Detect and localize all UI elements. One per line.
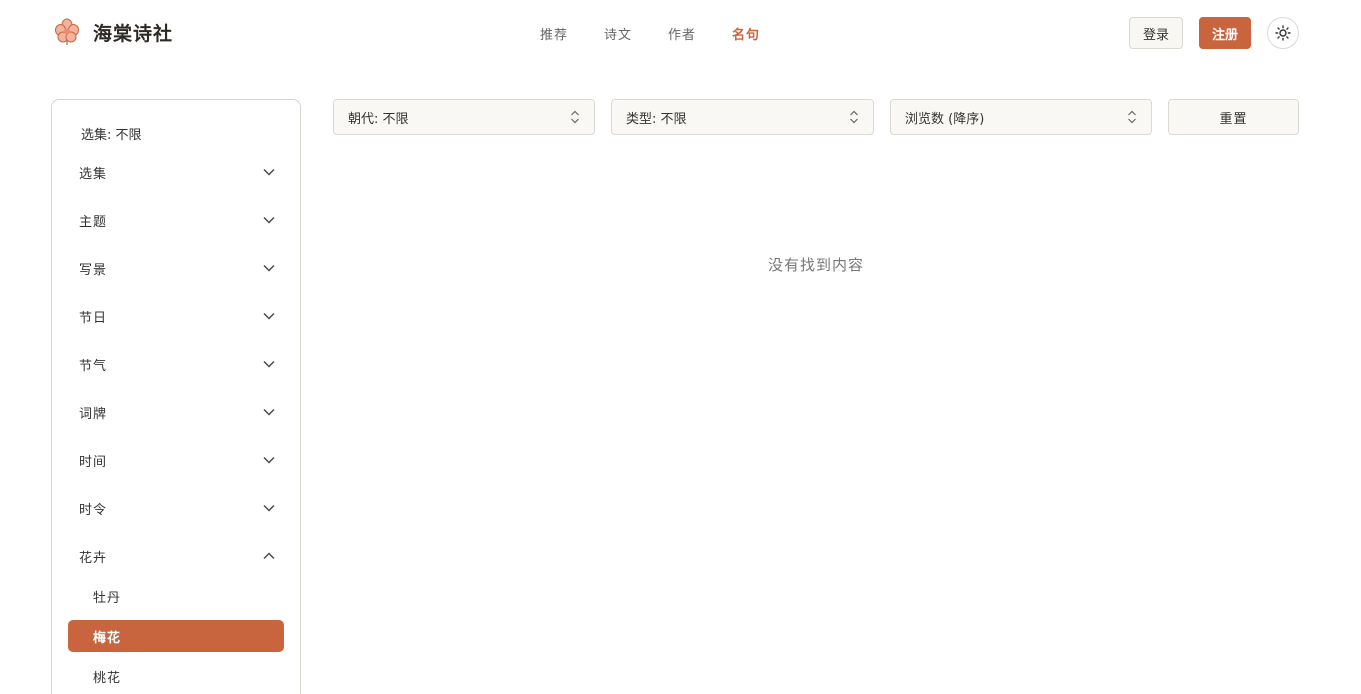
chevron-down-icon — [263, 313, 275, 320]
type-select-value: 类型: 不限 — [626, 111, 687, 127]
header: 海棠诗社 推荐 诗文 作者 名句 登录 注册 — [0, 0, 1361, 66]
chevron-down-icon — [263, 169, 275, 176]
login-button[interactable]: 登录 — [1129, 17, 1183, 49]
chevron-updown-icon — [850, 110, 858, 124]
nav-item-recommend[interactable]: 推荐 — [540, 24, 568, 43]
chevron-down-icon — [263, 457, 275, 464]
flower-item-peony[interactable]: 牡丹 — [68, 580, 284, 612]
chevron-down-icon — [263, 361, 275, 368]
nav-item-authors[interactable]: 作者 — [668, 24, 696, 43]
category-anthology[interactable]: 选集 — [79, 158, 275, 186]
category-label: 时间 — [79, 454, 108, 470]
category-sidebar: 选集: 不限 选集 主题 写景 节日 节气 词牌 时间 时令 花卉 牡丹 梅花 … — [51, 99, 301, 694]
sort-select-value: 浏览数 (降序) — [905, 111, 985, 127]
theme-toggle-button[interactable] — [1267, 17, 1299, 49]
sort-select[interactable]: 浏览数 (降序) — [890, 99, 1152, 135]
category-solar-term[interactable]: 节气 — [79, 350, 275, 378]
flower-item-plum-blossom[interactable]: 梅花 — [68, 620, 284, 652]
nav-item-poems[interactable]: 诗文 — [604, 24, 632, 43]
category-label: 写景 — [79, 262, 108, 278]
nav-item-quotes[interactable]: 名句 — [732, 24, 760, 43]
category-flowers[interactable]: 花卉 — [79, 542, 275, 570]
category-label: 词牌 — [79, 406, 108, 422]
category-ci-pattern[interactable]: 词牌 — [79, 398, 275, 426]
reset-button[interactable]: 重置 — [1168, 99, 1299, 135]
category-time[interactable]: 时间 — [79, 446, 275, 474]
main-nav: 推荐 诗文 作者 名句 — [540, 24, 760, 43]
page: 海棠诗社 推荐 诗文 作者 名句 登录 注册 选集: 不限 选集 主题 写景 节… — [0, 0, 1361, 694]
brand-name: 海棠诗社 — [93, 22, 174, 45]
chevron-down-icon — [263, 409, 275, 416]
category-season[interactable]: 时令 — [79, 494, 275, 522]
category-festival[interactable]: 节日 — [79, 302, 275, 330]
flower-item-peach-blossom[interactable]: 桃花 — [68, 660, 284, 692]
category-label: 主题 — [79, 214, 108, 230]
chevron-up-icon — [263, 552, 275, 559]
category-label: 选集 — [79, 166, 108, 182]
category-label: 花卉 — [79, 550, 108, 566]
begonia-flower-icon — [55, 18, 79, 45]
type-select[interactable]: 类型: 不限 — [611, 99, 874, 135]
category-label: 时令 — [79, 502, 108, 518]
dynasty-select-value: 朝代: 不限 — [348, 111, 409, 127]
selection-summary: 选集: 不限 — [81, 128, 142, 143]
register-button[interactable]: 注册 — [1199, 17, 1251, 49]
category-label: 节气 — [79, 358, 108, 374]
chevron-updown-icon — [1128, 110, 1136, 124]
dynasty-select[interactable]: 朝代: 不限 — [333, 99, 595, 135]
sun-icon — [1275, 25, 1291, 41]
category-label: 节日 — [79, 310, 108, 326]
chevron-updown-icon — [571, 110, 579, 124]
category-scenery[interactable]: 写景 — [79, 254, 275, 282]
category-theme[interactable]: 主题 — [79, 206, 275, 234]
chevron-down-icon — [263, 505, 275, 512]
chevron-down-icon — [263, 217, 275, 224]
brand-logo[interactable]: 海棠诗社 — [54, 18, 173, 46]
chevron-down-icon — [263, 265, 275, 272]
empty-state-message: 没有找到内容 — [767, 256, 864, 274]
